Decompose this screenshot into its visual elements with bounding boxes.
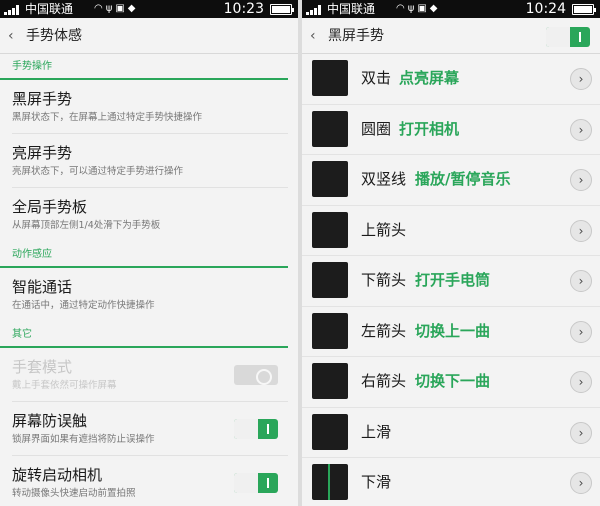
setting-item-pocket-mode[interactable]: 屏幕防误触 锁屏界面如果有遮挡将防止误操作	[12, 402, 288, 456]
setting-item-global-gesture-panel[interactable]: 全局手势板 从屏幕顶部左侧1/4处滑下为手势板	[12, 188, 288, 242]
gesture-preview-thumbnail	[312, 60, 348, 96]
gesture-row-double-vertical[interactable]: 双竖线 播放/暂停音乐 ›	[302, 155, 600, 206]
gesture-row-right-arrow[interactable]: 右箭头 切换下一曲 ›	[302, 357, 600, 408]
gesture-label: 双竖线	[361, 170, 407, 188]
gesture-row-swipe-down[interactable]: 下滑 ›	[302, 458, 600, 506]
blackscreen-gesture-screen: 中国联通 ◠ ψ ▣ ◆ 10:24 ‹ 黑屏手势 双击 点亮屏幕 › 圆圈 打…	[302, 0, 600, 506]
wifi-icon: ◠	[94, 3, 103, 14]
page-title: 手势体感	[26, 28, 82, 44]
section-header-gesture-ops: 手势操作	[0, 54, 288, 80]
gesture-row-left-arrow[interactable]: 左箭头 切换上一曲 ›	[302, 307, 600, 357]
chevron-right-icon[interactable]: ›	[570, 472, 592, 494]
gesture-preview-thumbnail	[312, 312, 348, 349]
blackscreen-gesture-master-toggle[interactable]	[546, 27, 590, 47]
gesture-row-double-tap[interactable]: 双击 点亮屏幕 ›	[302, 54, 600, 105]
security-icon: ◆	[429, 3, 438, 14]
status-bar: 中国联通 ◠ ψ ▣ ◆ 10:23	[0, 0, 298, 18]
gesture-row-up-arrow[interactable]: 上箭头 ›	[302, 206, 600, 256]
gesture-label: 上滑	[361, 422, 392, 441]
signal-icon	[306, 5, 321, 15]
setting-item-smart-call[interactable]: 智能通话 在通话中，通过特定动作快捷操作	[12, 268, 288, 322]
setting-subtitle: 戴上手套依然可操作屏幕	[12, 380, 117, 391]
setting-item-blackscreen-gesture[interactable]: 黑屏手势 黑屏状态下，在屏幕上通过特定手势快捷操作	[12, 80, 288, 134]
gesture-preview-thumbnail	[312, 413, 348, 450]
gesture-label: 上箭头	[361, 220, 407, 239]
setting-subtitle: 锁屏界面如果有遮挡将防止误操作	[12, 434, 155, 445]
gesture-preview-thumbnail	[312, 110, 348, 147]
usb-icon: ψ	[407, 3, 415, 14]
signal-icon	[4, 5, 19, 15]
page-title: 黑屏手势	[328, 28, 384, 44]
setting-item-glove-mode: 手套模式 戴上手套依然可操作屏幕	[12, 348, 288, 402]
setting-item-screen-on-gesture[interactable]: 亮屏手势 亮屏状态下，可以通过特定手势进行操作	[12, 134, 288, 188]
battery-icon	[572, 4, 596, 15]
setting-subtitle: 从屏幕顶部左侧1/4处滑下为手势板	[12, 220, 161, 231]
back-chevron-icon[interactable]: ‹	[310, 27, 324, 45]
gesture-list: 双击 点亮屏幕 › 圆圈 打开相机 › 双竖线 播放/暂停音乐 › 上箭头 › …	[302, 54, 600, 506]
status-bar: 中国联通 ◠ ψ ▣ ◆ 10:24	[302, 0, 600, 18]
gesture-action: 播放/暂停音乐	[415, 170, 511, 188]
gesture-action: 点亮屏幕	[399, 69, 460, 87]
status-time: 10:24	[525, 1, 566, 17]
chevron-right-icon[interactable]: ›	[570, 371, 592, 393]
setting-title: 亮屏手势	[12, 144, 73, 162]
section-header-motion-sensing: 动作感应	[0, 242, 288, 268]
gesture-label: 双击	[361, 69, 392, 87]
chevron-right-icon[interactable]: ›	[570, 270, 592, 292]
chevron-right-icon[interactable]: ›	[570, 320, 592, 343]
gesture-label: 圆圈	[361, 119, 392, 138]
title-bar: ‹ 黑屏手势	[302, 18, 600, 54]
back-chevron-icon[interactable]: ‹	[8, 27, 22, 45]
setting-title: 旋转启动相机	[12, 466, 103, 484]
title-bar: ‹ 手势体感	[0, 18, 298, 54]
gesture-label: 下箭头	[361, 271, 407, 289]
gesture-label: 下滑	[361, 473, 392, 491]
setting-title: 全局手势板	[12, 198, 88, 216]
pocket-mode-toggle[interactable]	[234, 419, 278, 439]
setting-title: 手套模式	[12, 358, 73, 376]
glove-mode-toggle	[234, 365, 278, 385]
setting-title: 智能通话	[12, 278, 73, 296]
gesture-row-circle[interactable]: 圆圈 打开相机 ›	[302, 105, 600, 155]
wifi-icon: ◠	[396, 3, 405, 14]
notification-icon: ▣	[115, 3, 125, 14]
usb-icon: ψ	[105, 3, 113, 14]
setting-subtitle: 亮屏状态下，可以通过特定手势进行操作	[12, 166, 184, 177]
gesture-label: 右箭头	[361, 372, 407, 390]
gesture-action: 切换下一曲	[415, 372, 491, 390]
gesture-preview-thumbnail	[312, 161, 348, 197]
gesture-action: 切换上一曲	[415, 321, 491, 340]
chevron-right-icon[interactable]: ›	[570, 169, 592, 191]
battery-icon	[270, 4, 294, 15]
gesture-row-swipe-up[interactable]: 上滑 ›	[302, 408, 600, 458]
gesture-settings-screen: 中国联通 ◠ ψ ▣ ◆ 10:23 ‹ 手势体感 手势操作 黑屏手势 黑屏状态…	[0, 0, 298, 506]
gesture-preview-thumbnail	[312, 262, 348, 298]
setting-item-rotate-camera[interactable]: 旋转启动相机 转动摄像头快速启动前置拍照	[12, 456, 288, 506]
carrier-name: 中国联通	[327, 2, 376, 16]
gesture-action: 打开手电筒	[415, 271, 491, 289]
gesture-row-down-arrow[interactable]: 下箭头 打开手电筒 ›	[302, 256, 600, 307]
rotate-camera-toggle[interactable]	[234, 473, 278, 493]
setting-title: 屏幕防误触	[12, 412, 88, 430]
gesture-label: 左箭头	[361, 321, 407, 340]
setting-subtitle: 黑屏状态下，在屏幕上通过特定手势快捷操作	[12, 112, 203, 123]
status-time: 10:23	[223, 1, 264, 17]
setting-subtitle: 转动摄像头快速启动前置拍照	[12, 488, 136, 499]
setting-title: 黑屏手势	[12, 90, 73, 108]
chevron-right-icon[interactable]: ›	[570, 219, 592, 242]
section-header-other: 其它	[0, 322, 288, 348]
setting-subtitle: 在通话中，通过特定动作快捷操作	[12, 300, 155, 311]
security-icon: ◆	[127, 3, 136, 14]
gesture-preview-thumbnail	[312, 211, 348, 248]
chevron-right-icon[interactable]: ›	[570, 68, 592, 90]
chevron-right-icon[interactable]: ›	[570, 421, 592, 444]
carrier-name: 中国联通	[25, 2, 74, 16]
gesture-action: 打开相机	[399, 119, 460, 138]
gesture-preview-thumbnail	[312, 363, 348, 399]
notification-icon: ▣	[417, 3, 427, 14]
gesture-preview-thumbnail	[312, 464, 348, 500]
chevron-right-icon[interactable]: ›	[570, 118, 592, 141]
